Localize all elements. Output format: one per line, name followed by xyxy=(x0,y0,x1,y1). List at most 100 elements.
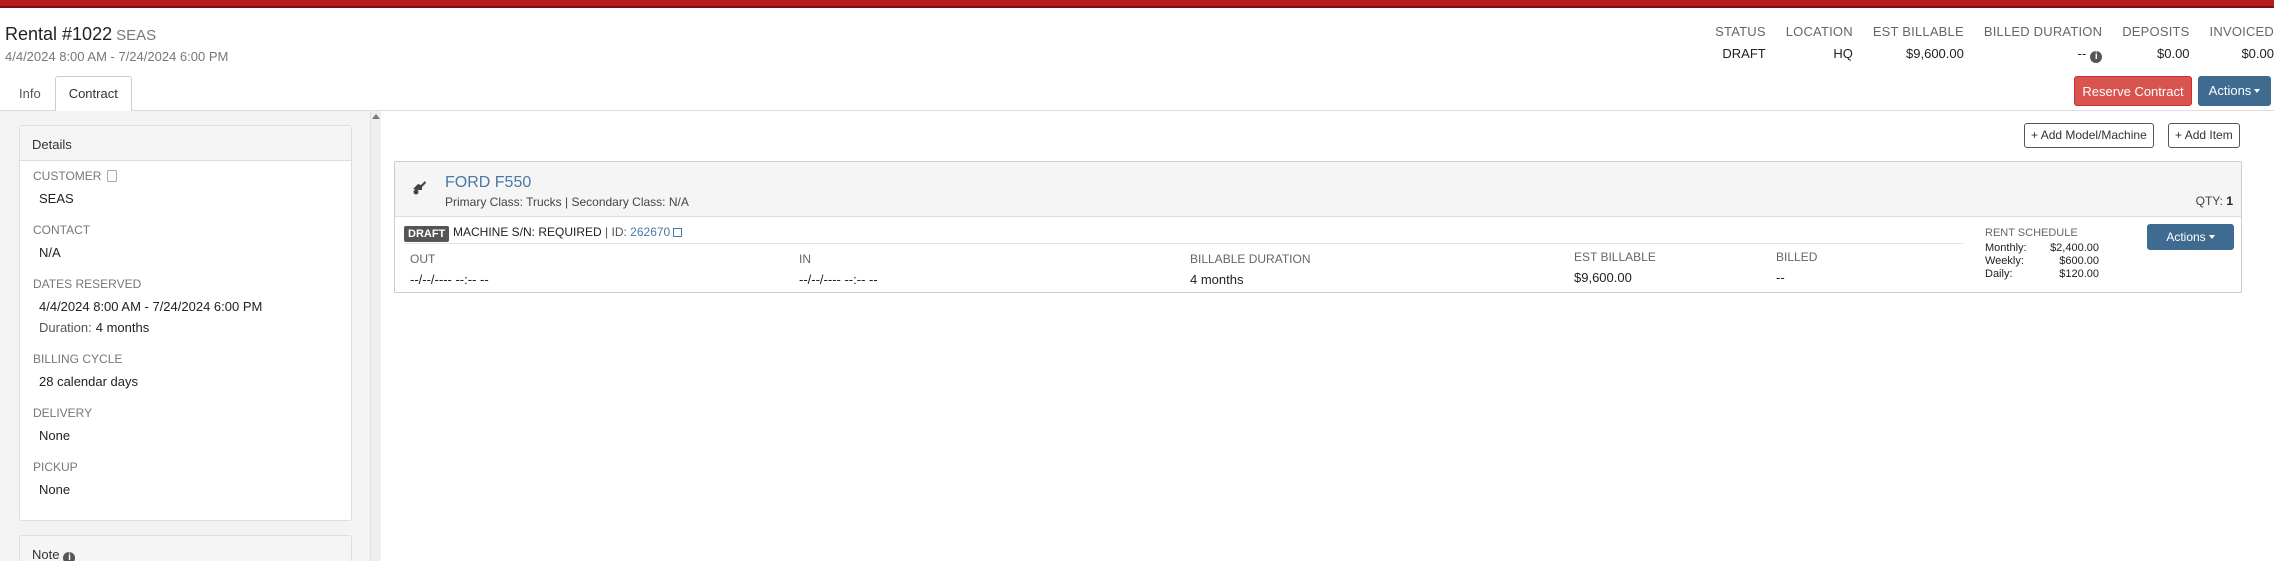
stat-label: INVOICED xyxy=(2209,24,2274,39)
col-billed: BILLED -- xyxy=(1776,250,1817,285)
detail-value: None xyxy=(39,428,71,443)
details-list: CUSTOMER SEAS CONTACT N/A DATES RESERVED… xyxy=(20,161,351,522)
plus-icon: + xyxy=(2031,128,2041,142)
stat-value: -- xyxy=(2077,46,2087,61)
document-icon[interactable] xyxy=(107,170,118,182)
note-panel-title: Note xyxy=(32,547,60,561)
page-header: Rental #1022 SEAS 4/4/2024 8:00 AM - 7/24… xyxy=(5,24,228,64)
rent-row-monthly: Monthly: $2,400.00 xyxy=(1985,242,2099,255)
add-item-label: Add Item xyxy=(2184,128,2233,142)
item-qty: QTY: 1 xyxy=(2196,194,2233,208)
col-label: IN xyxy=(799,252,811,266)
rental-item-card: FORD F550 Primary Class: Trucks | Second… xyxy=(394,161,2242,293)
status-badge: DRAFT xyxy=(404,226,450,242)
detail-value: 4/4/2024 8:00 AM - 7/24/2024 6:00 PM xyxy=(39,299,263,314)
stat-value-wrap: -- i xyxy=(1984,46,2103,63)
machine-sn: MACHINE S/N: REQUIRED | ID: 262670 xyxy=(453,225,683,239)
summary-stats: STATUS DRAFT LOCATION HQ EST BILLABLE $9… xyxy=(1695,24,2274,63)
detail-value: SEAS xyxy=(39,191,74,206)
detail-customer: CUSTOMER SEAS xyxy=(33,169,338,206)
qty-label: QTY: xyxy=(2195,194,2223,208)
actions-button[interactable]: Actions xyxy=(2198,76,2271,106)
stat-deposits: DEPOSITS $0.00 xyxy=(2102,24,2189,63)
row-actions-label: Actions xyxy=(2166,230,2206,244)
detail-label: CONTACT xyxy=(33,223,91,237)
scroll-up-arrow-icon[interactable] xyxy=(372,114,380,119)
col-value: --/--/---- --:-- -- xyxy=(799,272,878,287)
sn-text: MACHINE S/N: REQUIRED xyxy=(453,225,602,239)
qty-value: 1 xyxy=(2226,194,2233,208)
rental-customer: SEAS xyxy=(116,27,157,44)
rent-label: Monthly: xyxy=(1985,242,2027,254)
rent-label: Daily: xyxy=(1985,268,2013,280)
col-value: $9,600.00 xyxy=(1574,270,1632,285)
detail-value: 28 calendar days xyxy=(39,374,139,389)
rent-value: $2,400.00 xyxy=(2050,242,2099,254)
top-accent-bar xyxy=(0,0,2274,8)
rent-row-daily: Daily: $120.00 xyxy=(1985,268,2099,281)
duration-value: 4 months xyxy=(95,320,150,335)
detail-billing-cycle: BILLING CYCLE 28 calendar days xyxy=(33,352,338,389)
scrollbar[interactable] xyxy=(370,111,381,561)
detail-label: CUSTOMER xyxy=(33,169,102,183)
row-actions-button[interactable]: Actions xyxy=(2147,224,2234,250)
plus-icon: + xyxy=(2175,128,2185,142)
stat-status: STATUS DRAFT xyxy=(1695,24,1766,63)
stat-value: DRAFT xyxy=(1722,46,1766,61)
rent-value: $120.00 xyxy=(2059,268,2099,280)
col-value: -- xyxy=(1776,270,1785,285)
stat-invoiced: INVOICED $0.00 xyxy=(2190,24,2274,63)
external-link-icon[interactable] xyxy=(673,228,683,237)
stat-value: $0.00 xyxy=(2157,46,2190,61)
col-label: OUT xyxy=(410,252,436,266)
model-name-link[interactable]: FORD F550 xyxy=(445,174,531,192)
stat-label: STATUS xyxy=(1715,24,1766,39)
rent-row-weekly: Weekly: $600.00 xyxy=(1985,255,2099,268)
info-icon[interactable]: i xyxy=(63,552,76,561)
stat-label: BILLED DURATION xyxy=(1983,24,2103,39)
rent-schedule-title: RENT SCHEDULE xyxy=(1985,227,2078,239)
detail-delivery: DELIVERY None xyxy=(33,406,338,443)
rental-dates: 4/4/2024 8:00 AM - 7/24/2024 6:00 PM xyxy=(5,49,229,64)
reserve-contract-button[interactable]: Reserve Contract xyxy=(2074,76,2192,106)
tab-bar: Info Contract xyxy=(5,76,132,111)
stat-label: DEPOSITS xyxy=(2122,24,2190,39)
item-header: FORD F550 Primary Class: Trucks | Second… xyxy=(395,162,2241,217)
add-model-label: Add Model/Machine xyxy=(2040,128,2147,142)
details-panel-title: Details xyxy=(20,126,351,161)
detail-value: N/A xyxy=(39,245,61,260)
machine-id-link[interactable]: 262670 xyxy=(630,225,670,239)
note-panel: Note i xyxy=(19,535,352,561)
detail-label: DATES RESERVED xyxy=(33,277,142,291)
detail-contact: CONTACT N/A xyxy=(33,223,338,260)
col-out: OUT --/--/---- --:-- -- xyxy=(410,252,489,287)
add-model-machine-button[interactable]: + Add Model/Machine xyxy=(2024,123,2154,148)
info-icon[interactable]: i xyxy=(2090,51,2103,63)
actions-button-label: Actions xyxy=(2208,83,2252,98)
add-item-button[interactable]: + Add Item xyxy=(2168,123,2240,148)
stat-est-billable: EST BILLABLE $9,600.00 xyxy=(1853,24,1964,63)
col-billable-duration: BILLABLE DURATION 4 months xyxy=(1190,252,1310,287)
caret-down-icon xyxy=(2254,89,2261,93)
rent-label: Weekly: xyxy=(1985,255,2024,267)
stat-billed-duration: BILLED DURATION -- i xyxy=(1964,24,2103,63)
detail-label: DELIVERY xyxy=(33,406,93,420)
col-est-billable: EST BILLABLE $9,600.00 xyxy=(1574,250,1656,285)
rent-value: $600.00 xyxy=(2059,255,2099,267)
detail-label: BILLING CYCLE xyxy=(33,352,123,366)
stat-value: $0.00 xyxy=(2241,46,2274,61)
tab-contract[interactable]: Contract xyxy=(54,76,132,111)
row-divider xyxy=(404,243,1964,244)
caret-down-icon xyxy=(2208,235,2215,239)
col-value: --/--/---- --:-- -- xyxy=(410,272,489,287)
detail-dates-reserved: DATES RESERVED 4/4/2024 8:00 AM - 7/24/2… xyxy=(33,277,338,335)
model-class: Primary Class: Trucks | Secondary Class:… xyxy=(445,195,689,209)
stat-label: EST BILLABLE xyxy=(1872,24,1964,39)
col-label: EST BILLABLE xyxy=(1574,250,1656,264)
page-title: Rental #1022 SEAS xyxy=(5,24,228,45)
detail-value: None xyxy=(39,482,71,497)
tab-info[interactable]: Info xyxy=(5,76,55,111)
stat-value: $9,600.00 xyxy=(1906,46,1964,61)
col-label: BILLED xyxy=(1776,250,1818,264)
duration-label: Duration: xyxy=(39,320,92,335)
